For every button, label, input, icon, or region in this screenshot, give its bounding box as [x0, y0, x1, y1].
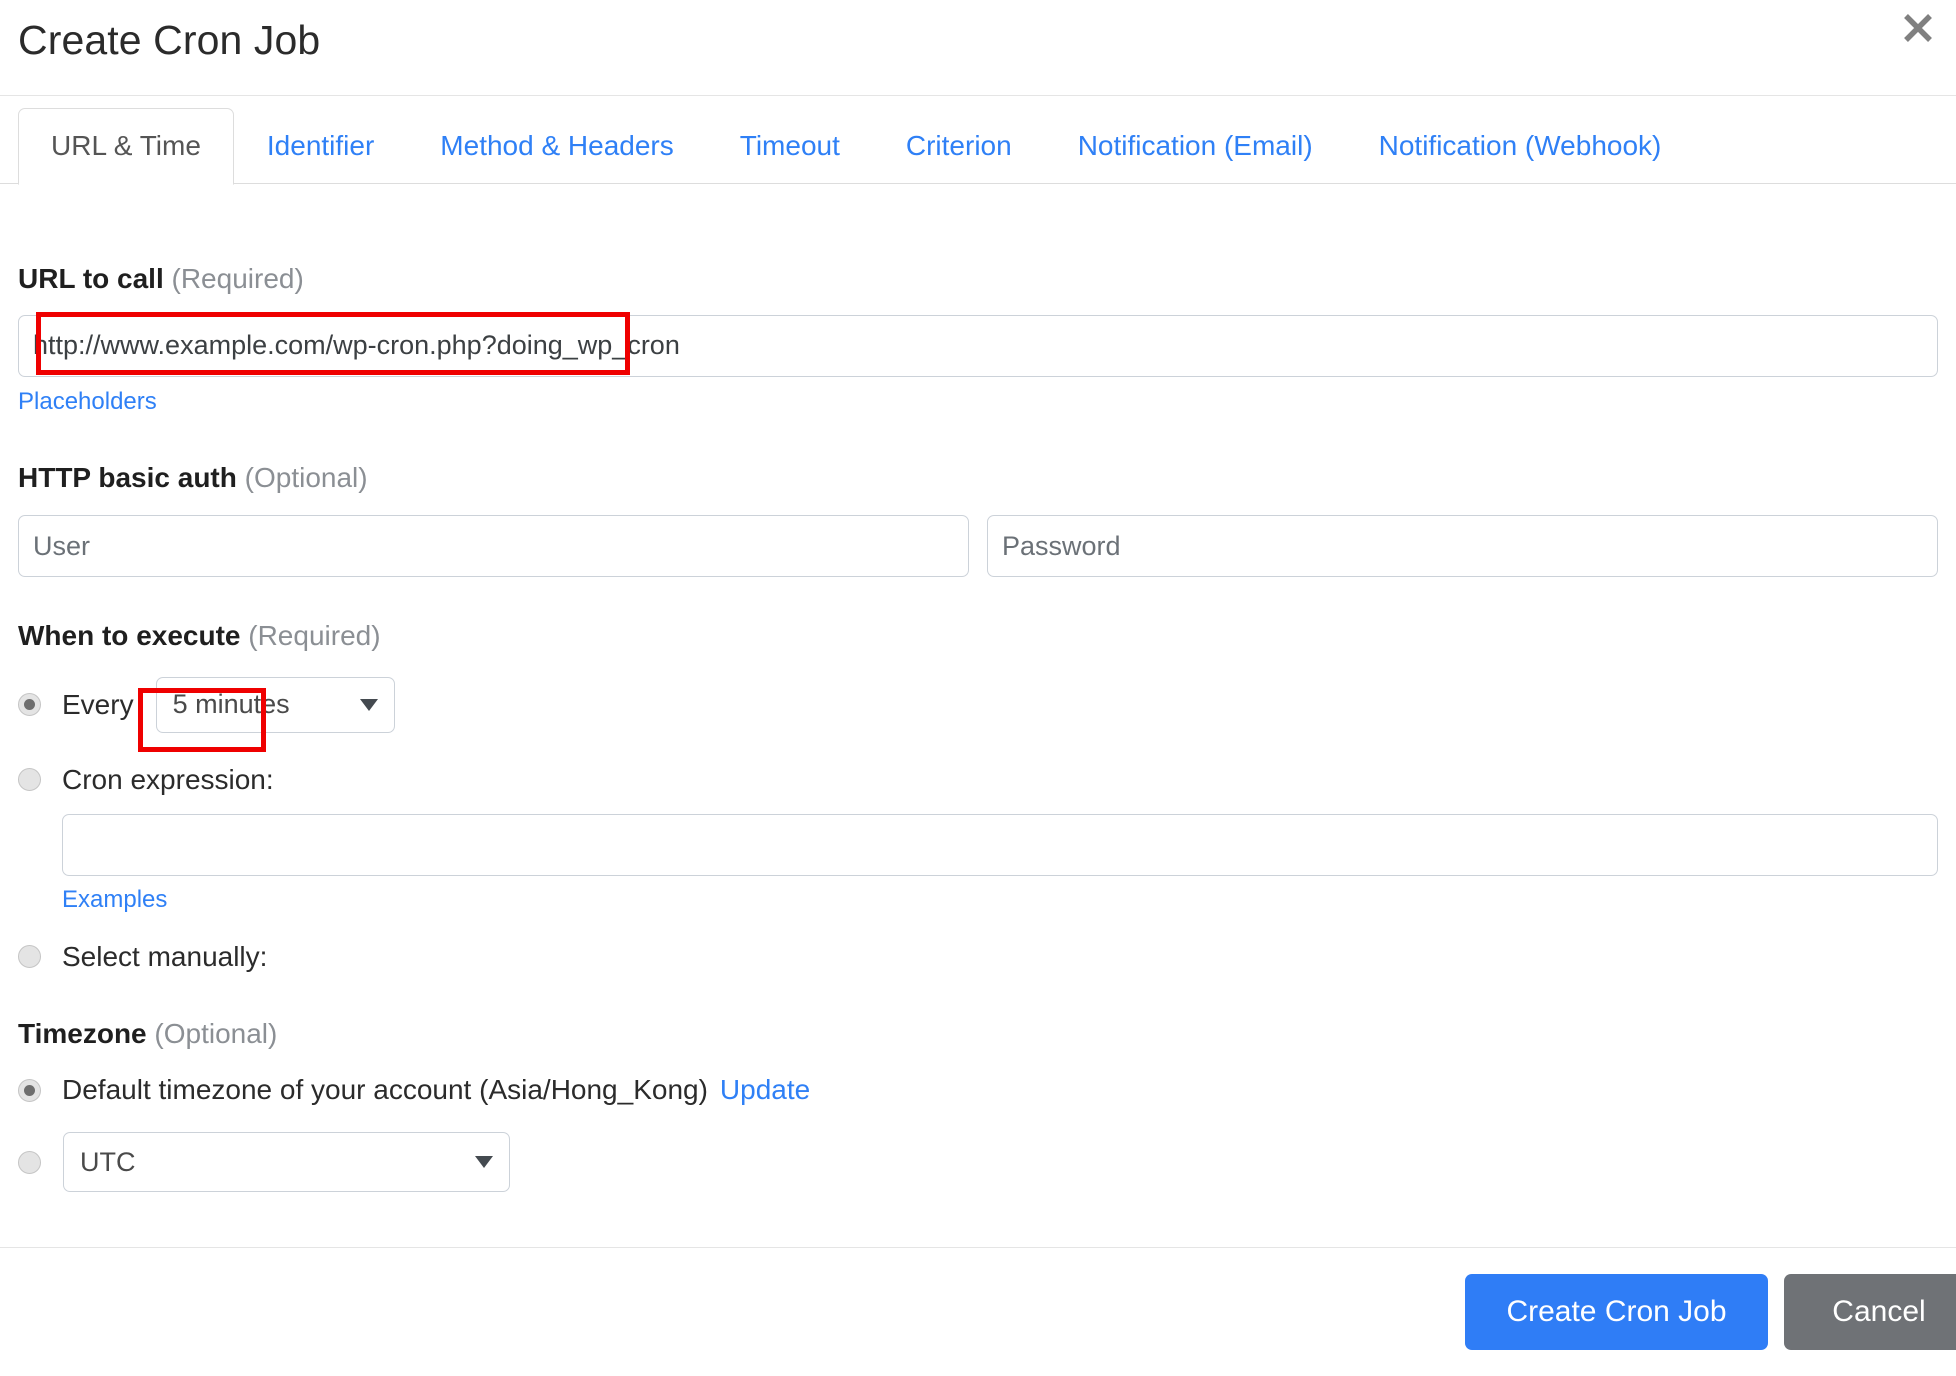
tab-label: Method & Headers	[440, 130, 674, 162]
url-to-call-required-hint: (Required)	[171, 263, 304, 294]
radio-timezone-default[interactable]	[18, 1078, 41, 1102]
http-basic-auth-section: HTTP basic auth (Optional)	[18, 461, 1938, 578]
chevron-down-icon	[475, 1156, 493, 1169]
radio-timezone-custom[interactable]	[18, 1150, 41, 1174]
timezone-label-text: Timezone	[18, 1017, 147, 1049]
timezone-default-label: Default timezone of your account (Asia/H…	[62, 1074, 708, 1106]
cancel-button[interactable]: Cancel	[1784, 1274, 1956, 1350]
schedule-option-cron-expression[interactable]: Cron expression:	[18, 764, 1938, 796]
http-basic-auth-label-text: HTTP basic auth	[18, 461, 237, 493]
tab-method-headers[interactable]: Method & Headers	[407, 108, 706, 184]
chevron-down-icon	[359, 698, 378, 711]
select-manually-label: Select manually:	[62, 940, 268, 972]
close-button[interactable]	[1894, 4, 1942, 52]
when-to-execute-label-text: When to execute	[18, 620, 241, 652]
http-basic-auth-optional-hint: (Optional)	[244, 461, 368, 493]
timezone-update-link[interactable]: Update	[720, 1074, 810, 1106]
when-to-execute-required-hint: (Required)	[248, 620, 381, 652]
timezone-section: Timezone (Optional) Default timezone of …	[18, 1017, 1938, 1193]
timezone-select[interactable]: UTC	[63, 1132, 510, 1193]
timezone-option-custom[interactable]: UTC	[18, 1132, 1938, 1193]
every-interval-select[interactable]: 5 minutes	[155, 676, 395, 733]
timezone-label: Timezone (Optional)	[18, 1017, 1938, 1051]
tab-notification-webhook[interactable]: Notification (Webhook)	[1346, 108, 1695, 184]
tab-label: Criterion	[905, 130, 1012, 162]
tab-label: Timeout	[739, 130, 840, 162]
schedule-option-select-manually[interactable]: Select manually:	[18, 941, 1938, 973]
tab-label: Identifier	[266, 130, 375, 162]
modal-header: Create Cron Job	[0, 0, 1956, 96]
auth-user-input[interactable]	[18, 515, 969, 578]
tab-label: URL & Time	[51, 130, 201, 162]
http-basic-auth-label: HTTP basic auth (Optional)	[18, 461, 1938, 495]
cron-expression-label: Cron expression:	[62, 763, 274, 795]
tab-criterion[interactable]: Criterion	[873, 108, 1045, 184]
tab-bar: URL & Time Identifier Method & Headers T…	[0, 96, 1956, 185]
modal-body: URL to call (Required) Placeholders HTTP…	[0, 262, 1956, 1193]
url-to-call-input[interactable]	[18, 314, 1938, 377]
url-to-call-section: URL to call (Required) Placeholders	[18, 262, 1938, 416]
modal-footer: Create Cron Job Cancel	[0, 1247, 1956, 1376]
cron-expression-input[interactable]	[62, 813, 1938, 876]
timezone-option-default[interactable]: Default timezone of your account (Asia/H…	[18, 1074, 1938, 1106]
auth-password-input[interactable]	[987, 515, 1938, 578]
placeholders-link[interactable]: Placeholders	[18, 388, 157, 416]
examples-link[interactable]: Examples	[62, 886, 167, 914]
url-to-call-label-text: URL to call	[18, 263, 164, 294]
when-to-execute-section: When to execute (Required) Every 5 minut…	[18, 619, 1938, 973]
when-to-execute-label: When to execute (Required)	[18, 619, 1938, 653]
url-to-call-label: URL to call (Required)	[18, 262, 1938, 296]
schedule-option-every[interactable]: Every 5 minutes	[18, 676, 1938, 733]
close-icon	[1901, 11, 1935, 45]
tab-list: URL & Time Identifier Method & Headers T…	[18, 108, 1695, 185]
timezone-optional-hint: (Optional)	[154, 1017, 278, 1049]
tab-label: Notification (Webhook)	[1378, 130, 1662, 162]
create-cron-job-button[interactable]: Create Cron Job	[1465, 1274, 1768, 1350]
every-label: Every	[62, 688, 134, 720]
tab-timeout[interactable]: Timeout	[707, 108, 873, 184]
radio-select-manually[interactable]	[18, 945, 41, 969]
tab-label: Notification (Email)	[1077, 130, 1313, 162]
tab-notification-email[interactable]: Notification (Email)	[1045, 108, 1346, 184]
page-title: Create Cron Job	[18, 17, 321, 63]
radio-every[interactable]	[18, 693, 41, 717]
radio-cron-expression[interactable]	[18, 768, 41, 792]
timezone-select-value: UTC	[80, 1146, 136, 1177]
every-interval-value: 5 minutes	[172, 689, 290, 720]
tab-url-time[interactable]: URL & Time	[18, 108, 234, 185]
tab-identifier[interactable]: Identifier	[234, 108, 407, 184]
